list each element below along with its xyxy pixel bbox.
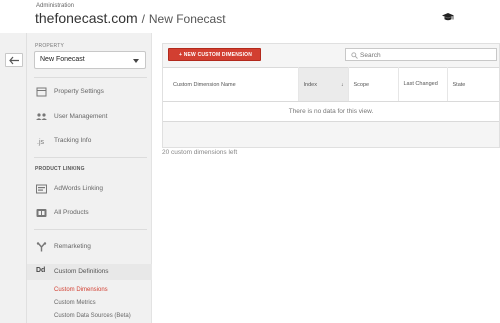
property-name[interactable]: New Fonecast: [149, 12, 226, 26]
settings-icon: [36, 87, 47, 97]
sub-item-custom-dimensions[interactable]: Custom Dimensions: [54, 287, 108, 293]
sidebar-item-label: Custom Definitions: [54, 268, 109, 275]
sub-item-custom-metrics[interactable]: Custom Metrics: [54, 300, 96, 306]
users-icon: [36, 113, 47, 120]
divider: [34, 157, 147, 158]
back-arrow-icon: [9, 56, 19, 65]
custom-dimensions-panel: + NEW CUSTOM DIMENSION Custom Dimension …: [162, 43, 500, 148]
product-linking-label: PRODUCT LINKING: [35, 166, 85, 172]
sidebar-item-label: Remarketing: [54, 243, 91, 250]
empty-message: There is no data for this view.: [163, 101, 499, 122]
graduation-cap-icon[interactable]: [442, 12, 454, 22]
column-header-name[interactable]: Custom Dimension Name: [163, 67, 299, 102]
column-header-state[interactable]: State: [447, 67, 499, 102]
property-sidebar: PROPERTY New Fonecast Property Settings …: [27, 33, 160, 323]
js-icon: .js: [37, 139, 45, 146]
sort-down-icon: ↓: [341, 81, 344, 88]
sidebar-item-label: All Products: [54, 209, 89, 216]
back-button[interactable]: [5, 53, 23, 67]
sidebar-item-label: Property Settings: [54, 88, 104, 95]
sidebar-item-user-management[interactable]: User Management: [27, 109, 152, 125]
sidebar-item-label: User Management: [54, 113, 108, 120]
svg-text:.js: .js: [37, 139, 45, 146]
property-select[interactable]: New Fonecast: [34, 51, 146, 69]
sidebar-item-label: Tracking Info: [54, 137, 92, 144]
breadcrumb: thefonecast.com / New Fonecast: [35, 10, 226, 26]
back-strip: [0, 33, 27, 323]
account-name[interactable]: thefonecast.com: [35, 10, 138, 26]
sidebar-item-all-products[interactable]: All Products: [27, 205, 152, 221]
divider: [34, 229, 147, 230]
adwords-icon: [36, 184, 47, 194]
property-select-value: New Fonecast: [40, 56, 85, 63]
search-icon: [351, 52, 358, 59]
table-header-row: Custom Dimension Name Index ↓ Scope Last …: [163, 67, 499, 102]
new-custom-dimension-button[interactable]: + NEW CUSTOM DIMENSION: [168, 48, 261, 61]
divider: [34, 77, 147, 78]
table-row: There is no data for this view.: [163, 101, 499, 122]
section-label: Administration: [36, 3, 75, 9]
sub-item-custom-data-sources[interactable]: Custom Data Sources (Beta): [54, 313, 131, 319]
column-header-index[interactable]: Index ↓: [298, 67, 349, 102]
sidebar-item-property-settings[interactable]: Property Settings: [27, 84, 152, 100]
column-header-last-changed[interactable]: Last Changed: [398, 67, 448, 102]
main-content: + NEW CUSTOM DIMENSION Custom Dimension …: [152, 33, 500, 323]
sidebar-item-tracking-info[interactable]: .js Tracking Info: [27, 133, 152, 149]
search-input[interactable]: [360, 50, 490, 60]
sidebar-item-adwords-linking[interactable]: AdWords Linking: [27, 181, 152, 197]
page-header: Administration thefonecast.com / New Fon…: [0, 0, 500, 33]
products-icon: [36, 209, 47, 217]
search-box[interactable]: [345, 48, 497, 61]
new-custom-dimension-label: + NEW CUSTOM DIMENSION: [179, 52, 253, 58]
remarketing-icon: [36, 242, 47, 252]
sidebar-item-custom-definitions[interactable]: Dd Custom Definitions: [27, 264, 160, 280]
custom-definitions-icon: Dd: [36, 267, 46, 274]
sidebar-item-remarketing[interactable]: Remarketing: [27, 239, 152, 255]
dimensions-left-note: 20 custom dimensions left: [162, 149, 238, 156]
sidebar-item-label: AdWords Linking: [54, 185, 104, 192]
property-label: PROPERTY: [35, 43, 65, 49]
chevron-down-icon: [133, 59, 139, 63]
dimensions-table: Custom Dimension Name Index ↓ Scope Last …: [163, 67, 499, 122]
breadcrumb-separator: /: [141, 12, 145, 26]
column-header-scope[interactable]: Scope: [348, 67, 399, 102]
